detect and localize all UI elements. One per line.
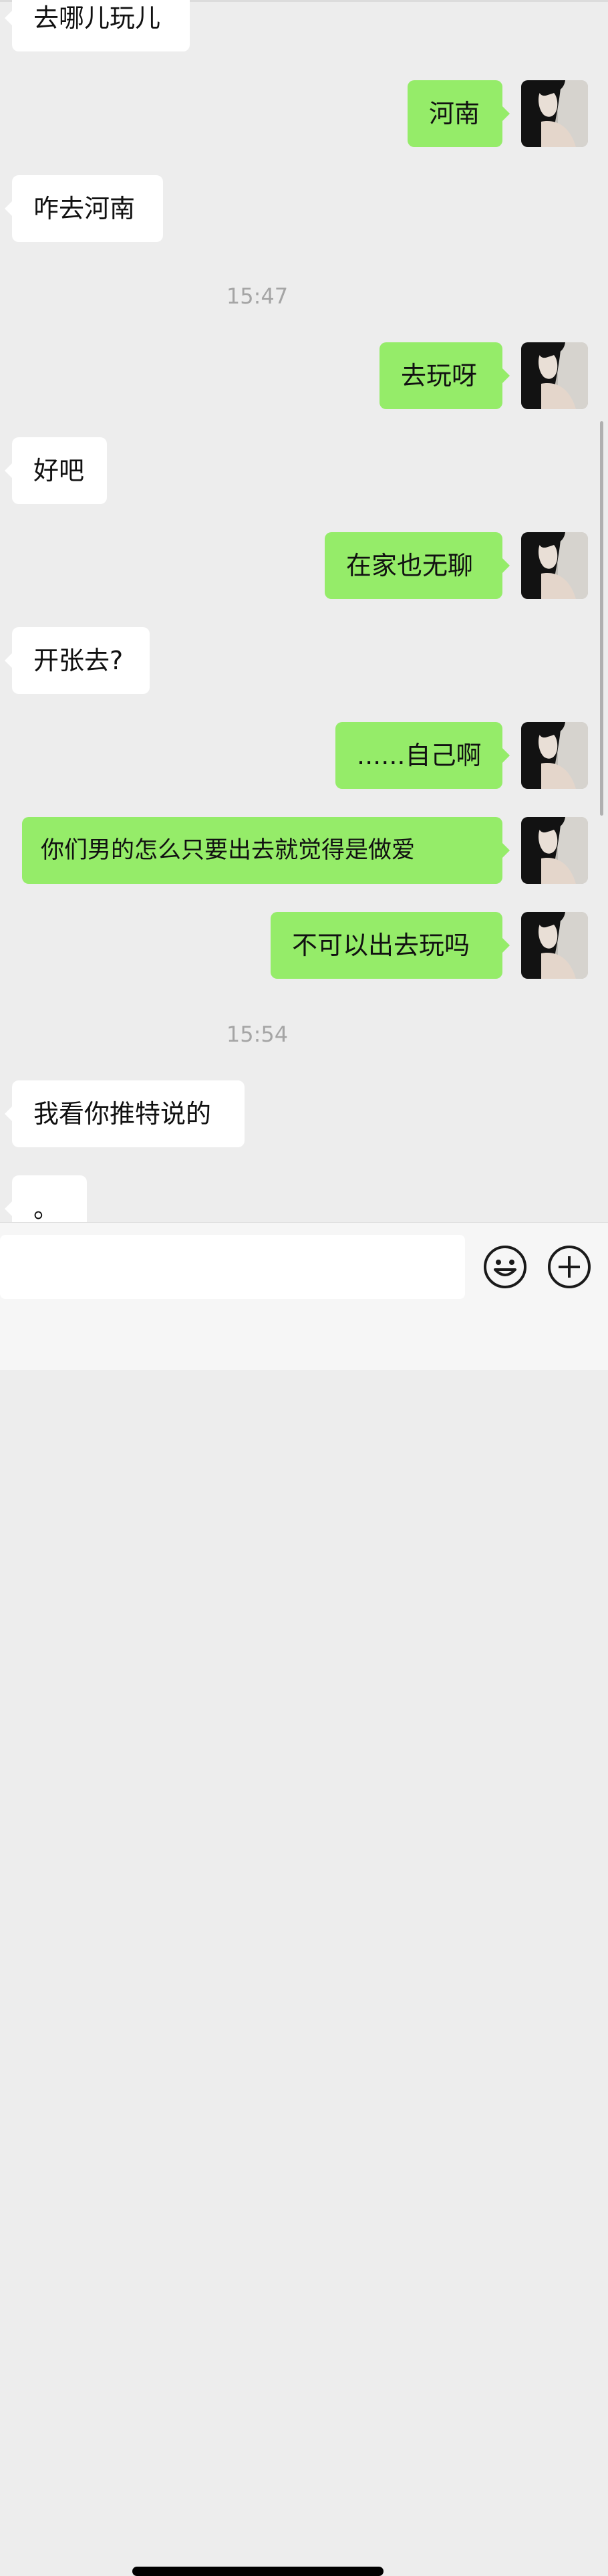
- message-text: 去哪儿玩儿: [33, 3, 161, 33]
- message-outgoing[interactable]: 去玩呀: [379, 342, 510, 409]
- message-bubble[interactable]: ......自己啊: [335, 722, 510, 789]
- message-bubble[interactable]: 我看你推特说的: [5, 1080, 245, 1147]
- message-outgoing[interactable]: 河南: [408, 80, 510, 147]
- sender-avatar[interactable]: [521, 532, 588, 599]
- message-text: 。: [33, 1194, 59, 1222]
- message-text: 咋去河南: [33, 194, 136, 223]
- message-bubble[interactable]: 在家也无聊: [325, 532, 510, 599]
- message-text: 河南: [429, 99, 480, 128]
- sender-avatar[interactable]: [521, 817, 588, 884]
- more-options-button[interactable]: [547, 1244, 592, 1290]
- message-bubble[interactable]: 你们男的怎么只要出去就觉得是做爱: [22, 817, 510, 884]
- message-input[interactable]: [0, 1235, 465, 1299]
- message-bubble[interactable]: 去哪儿玩儿: [5, 0, 190, 51]
- message-bubble[interactable]: 咋去河南: [5, 175, 163, 242]
- message-outgoing[interactable]: 你们男的怎么只要出去就觉得是做爱: [22, 817, 510, 884]
- plus-circle-icon: [548, 1246, 591, 1288]
- message-incoming[interactable]: 我看你推特说的: [5, 1080, 245, 1147]
- message-bubble[interactable]: 不可以出去玩吗: [271, 912, 510, 979]
- message-outgoing[interactable]: 在家也无聊: [325, 532, 510, 599]
- smiley-face-icon: [484, 1246, 526, 1288]
- message-bubble[interactable]: 开张去?: [5, 627, 150, 694]
- sender-avatar[interactable]: [521, 722, 588, 789]
- message-text: 你们男的怎么只要出去就觉得是做爱: [41, 837, 416, 864]
- message-text: 去玩呀: [401, 361, 478, 390]
- message-incoming[interactable]: 咋去河南: [5, 175, 163, 242]
- sender-avatar[interactable]: [521, 342, 588, 409]
- input-bar: [0, 1222, 608, 2576]
- message-text: 开张去?: [33, 646, 124, 675]
- message-text: 好吧: [33, 456, 85, 485]
- message-text: 不可以出去玩吗: [292, 931, 470, 960]
- message-outgoing[interactable]: 不可以出去玩吗: [271, 912, 510, 979]
- scrollbar[interactable]: [600, 421, 603, 816]
- home-indicator[interactable]: [132, 2567, 384, 2576]
- message-bubble[interactable]: 好吧: [5, 437, 107, 504]
- sender-avatar[interactable]: [521, 912, 588, 979]
- sender-avatar[interactable]: [521, 80, 588, 147]
- message-incoming[interactable]: 开张去?: [5, 627, 150, 694]
- timestamp: 15:54: [226, 1022, 289, 1047]
- message-text: ......自己啊: [357, 741, 482, 770]
- message-bubble[interactable]: 。: [5, 1175, 87, 1222]
- message-incoming[interactable]: 。: [5, 1175, 87, 1222]
- message-incoming[interactable]: 去哪儿玩儿: [5, 0, 190, 51]
- message-outgoing[interactable]: ......自己啊: [335, 722, 510, 789]
- message-bubble[interactable]: 去玩呀: [379, 342, 510, 409]
- timestamp: 15:47: [226, 283, 289, 309]
- emoji-button[interactable]: [482, 1244, 528, 1290]
- message-text: 在家也无聊: [346, 551, 474, 580]
- chat-area[interactable]: 去哪儿玩儿 河南 咋去河南 15:47 去玩呀 好吧 在家也无聊 开张去? ..…: [0, 0, 608, 1222]
- message-text: 我看你推特说的: [33, 1099, 212, 1129]
- message-bubble[interactable]: 河南: [408, 80, 510, 147]
- message-incoming[interactable]: 好吧: [5, 437, 107, 504]
